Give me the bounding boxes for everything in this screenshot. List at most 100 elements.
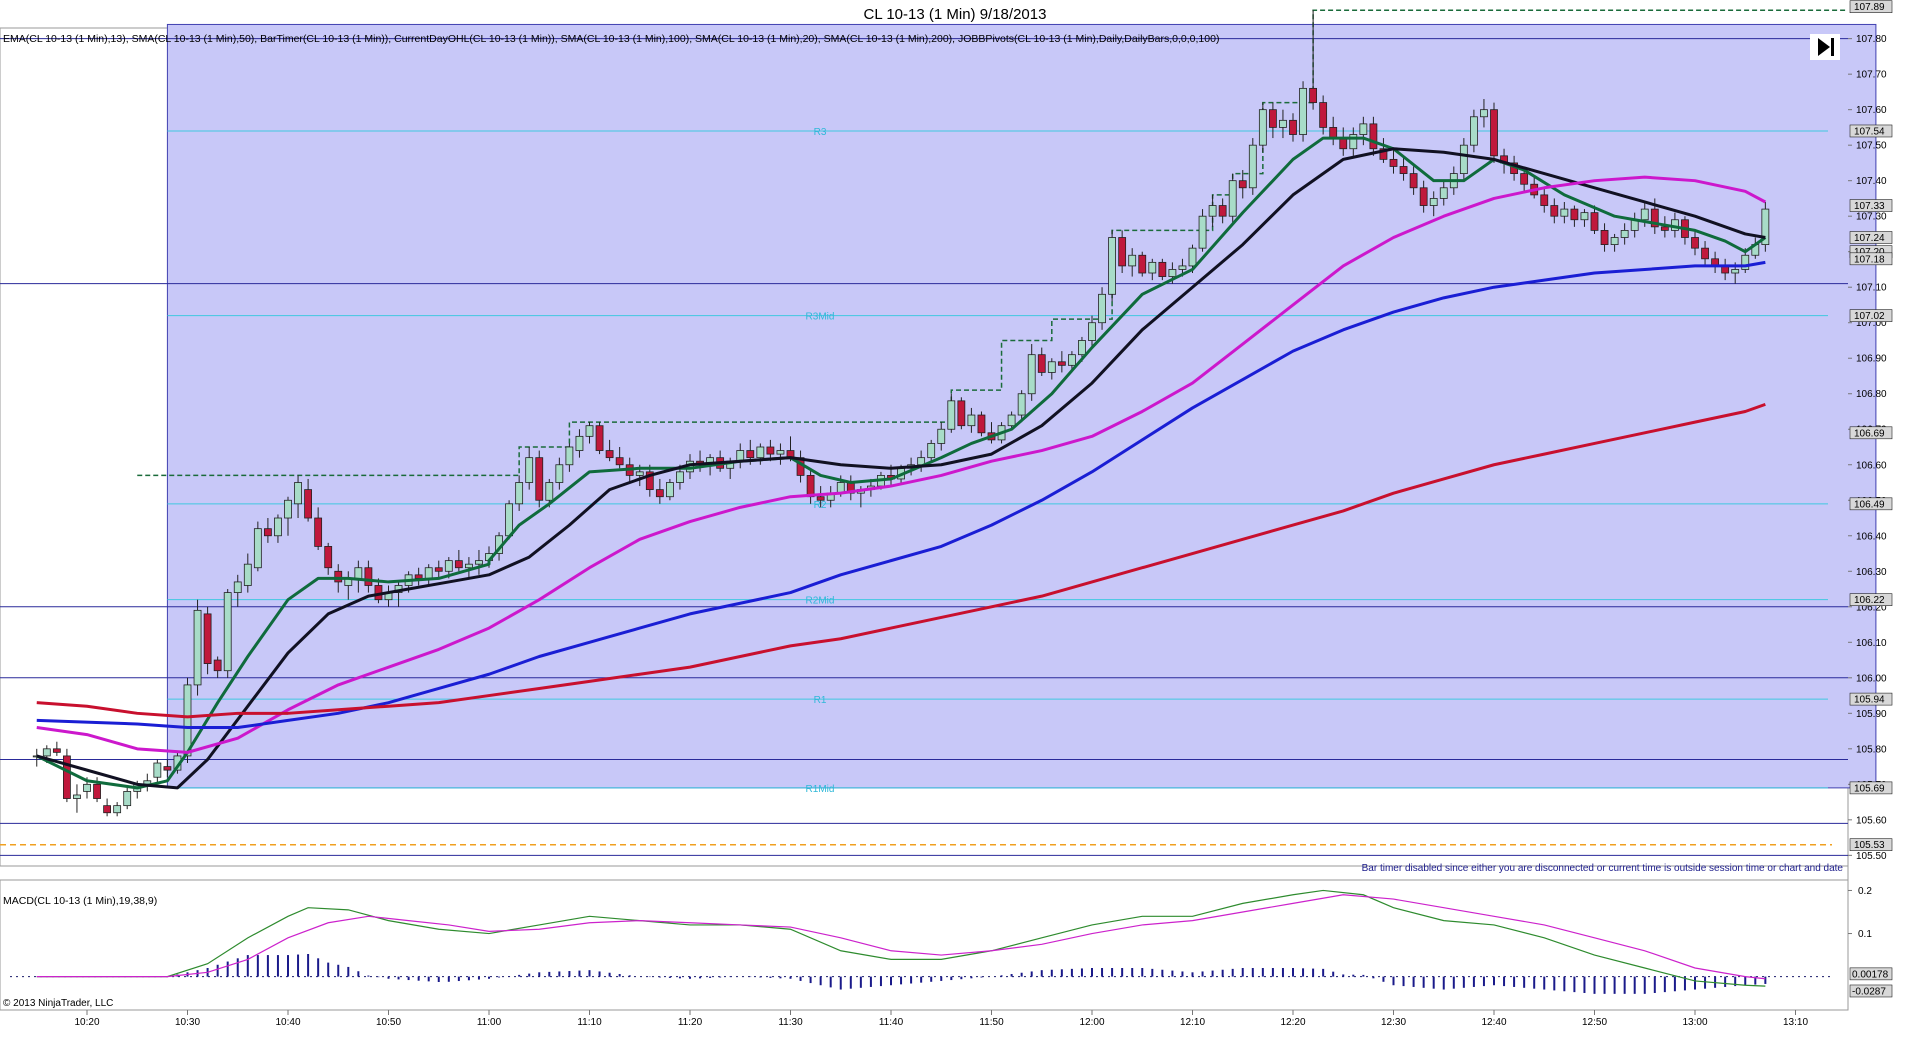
- x-tick-label: 12:50: [1582, 1017, 1607, 1028]
- y-tick-label: 106.60: [1856, 460, 1887, 471]
- candle-body: [746, 450, 755, 459]
- candle-body: [1540, 194, 1549, 206]
- price-marker-label: 107.24: [1854, 233, 1885, 244]
- candle-body: [1138, 254, 1147, 274]
- x-tick-label: 12:30: [1381, 1017, 1406, 1028]
- indicators-line: EMA(CL 10-13 (1 Min),13), SMA(CL 10-13 (…: [3, 33, 1219, 45]
- candle-body: [354, 567, 363, 579]
- candle-body: [816, 496, 825, 501]
- candle-body: [1329, 127, 1338, 139]
- y-tick-label: 107.60: [1856, 105, 1887, 116]
- pivot-label: R3Mid: [806, 312, 835, 323]
- price-marker-label: 106.22: [1854, 595, 1885, 606]
- candle-body: [1409, 173, 1418, 189]
- candle-body: [1580, 212, 1589, 221]
- candle-body: [1228, 180, 1237, 217]
- candle-body: [364, 567, 373, 586]
- price-marker-label: 106.49: [1854, 499, 1885, 510]
- candle-body: [937, 428, 946, 444]
- candle-body: [1017, 393, 1026, 416]
- candle-body: [1459, 144, 1468, 174]
- skip-to-end-icon[interactable]: [1810, 34, 1840, 60]
- candle-body: [1299, 87, 1307, 135]
- x-tick-label: 11:40: [879, 1017, 904, 1028]
- y-tick-label: 106.80: [1856, 389, 1887, 400]
- candle-body: [1520, 173, 1529, 185]
- candle-body: [314, 517, 323, 547]
- candle-body: [505, 503, 514, 537]
- candle-body: [947, 400, 956, 430]
- candle-body: [967, 414, 976, 427]
- candle-body: [1731, 269, 1740, 274]
- candle-body: [454, 560, 463, 569]
- y-tick-label: 106.30: [1856, 567, 1887, 578]
- y-tick-label: 105.50: [1856, 851, 1887, 862]
- candle-body: [1279, 119, 1287, 128]
- x-tick-label: 12:20: [1280, 1017, 1305, 1028]
- price-marker-label: 105.53: [1854, 840, 1885, 851]
- candle-body: [1439, 187, 1448, 199]
- y-tick-label: 106.40: [1856, 531, 1887, 542]
- candle-body: [545, 482, 554, 501]
- bar-timer-message: Bar timer disabled since either you are …: [1362, 863, 1844, 874]
- candle-body: [93, 783, 101, 799]
- candle-body: [304, 489, 313, 519]
- candle-body: [1480, 109, 1488, 118]
- candle-body: [1490, 109, 1498, 157]
- y-tick-label: 107.50: [1856, 141, 1887, 152]
- candle-body: [83, 783, 91, 792]
- candle-body: [1309, 87, 1317, 103]
- candle-body: [1560, 208, 1569, 217]
- candle-body: [615, 457, 624, 466]
- candle-body: [123, 791, 132, 807]
- price-marker-label: 107.54: [1854, 126, 1885, 137]
- candle-body: [1258, 109, 1267, 146]
- candle-body: [1269, 109, 1277, 128]
- candle-body: [957, 400, 966, 427]
- y-tick-label: 105.90: [1856, 709, 1887, 720]
- candle-body: [1188, 247, 1197, 267]
- candle-body: [515, 482, 524, 505]
- x-tick-label: 11:00: [477, 1017, 502, 1028]
- candle-body: [1098, 293, 1106, 324]
- candle-body: [1218, 205, 1227, 217]
- candle-body: [1178, 265, 1187, 270]
- candle-body: [776, 450, 785, 455]
- price-marker-label: 107.02: [1854, 311, 1885, 322]
- candle-body: [1429, 198, 1438, 206]
- y-tick-label: 107.70: [1856, 70, 1887, 81]
- candle-body: [1248, 144, 1257, 189]
- candle-body: [1108, 237, 1116, 295]
- candle-body: [1047, 361, 1056, 373]
- candle-body: [927, 443, 936, 459]
- candle-body: [1037, 354, 1046, 373]
- price-marker-label: 105.94: [1854, 695, 1885, 706]
- candle-body: [1078, 340, 1086, 356]
- x-tick-label: 12:00: [1079, 1017, 1104, 1028]
- candle-body: [535, 457, 544, 501]
- candle-body: [52, 748, 61, 753]
- pivot-label: R1: [814, 695, 827, 706]
- candle-body: [1389, 158, 1398, 167]
- y-tick-label: 105.60: [1856, 815, 1887, 826]
- price-chart[interactable]: CL 10-13 (1 Min) 9/18/2013 R3R3MidR2R2Mi…: [0, 0, 1920, 1055]
- candle-body: [294, 482, 302, 505]
- candle-body: [243, 563, 252, 586]
- candle-body: [1027, 354, 1036, 395]
- price-marker-label: 107.89: [1854, 2, 1885, 13]
- macd-marker-label: -0.0287: [1852, 986, 1886, 997]
- macd-label: MACD(CL 10-13 (1 Min),19,38,9): [3, 895, 157, 907]
- y-tick-label: 107.30: [1856, 212, 1887, 223]
- candle-body: [434, 567, 443, 572]
- y-tick-label: 106.00: [1856, 673, 1887, 684]
- candle-body: [263, 528, 272, 537]
- candle-body: [1088, 322, 1096, 341]
- candle-body: [1158, 261, 1167, 277]
- candle-body: [1590, 212, 1599, 231]
- candle-body: [253, 528, 262, 569]
- x-tick-label: 13:00: [1682, 1017, 1707, 1028]
- candle-body: [585, 425, 594, 437]
- candle-body: [274, 517, 282, 537]
- y-tick-label: 107.80: [1856, 34, 1887, 45]
- x-tick-label: 11:30: [778, 1017, 803, 1028]
